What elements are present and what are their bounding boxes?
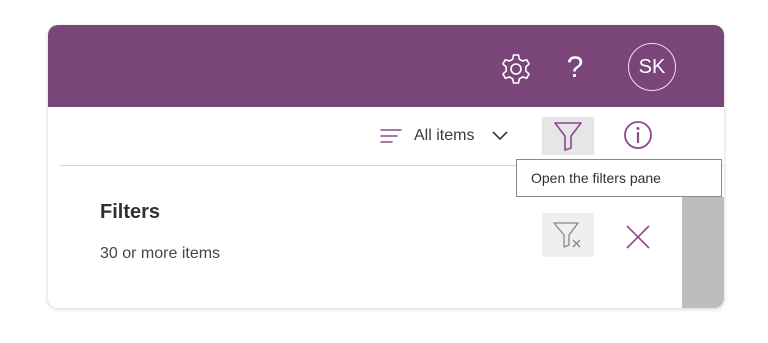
avatar[interactable]: SK bbox=[628, 43, 676, 91]
info-icon bbox=[624, 121, 652, 149]
funnel-clear-icon bbox=[553, 222, 581, 248]
filter-tooltip: Open the filters pane bbox=[516, 159, 722, 197]
filters-item-count: 30 or more items bbox=[100, 245, 221, 262]
app-card: ? SK All items Filters 30 or more items … bbox=[48, 25, 724, 308]
view-label: All items bbox=[414, 127, 475, 144]
close-icon bbox=[626, 225, 650, 249]
tooltip-text: Open the filters pane bbox=[531, 170, 661, 186]
lines-icon bbox=[380, 129, 402, 143]
settings-button[interactable] bbox=[498, 51, 534, 87]
filter-button[interactable] bbox=[542, 117, 594, 155]
suite-header: ? SK bbox=[48, 25, 724, 107]
pane-scrollbar[interactable] bbox=[682, 197, 724, 308]
close-filters-button[interactable] bbox=[622, 221, 654, 253]
funnel-icon bbox=[554, 122, 582, 151]
command-bar: All items bbox=[48, 107, 724, 165]
chevron-down-icon bbox=[492, 131, 509, 141]
help-button[interactable]: ? bbox=[560, 49, 590, 87]
gear-icon bbox=[502, 54, 530, 84]
filters-pane-title: Filters bbox=[100, 201, 161, 223]
view-switcher[interactable]: All items bbox=[380, 123, 509, 149]
info-button[interactable] bbox=[622, 119, 654, 151]
clear-filters-button[interactable] bbox=[542, 213, 594, 257]
